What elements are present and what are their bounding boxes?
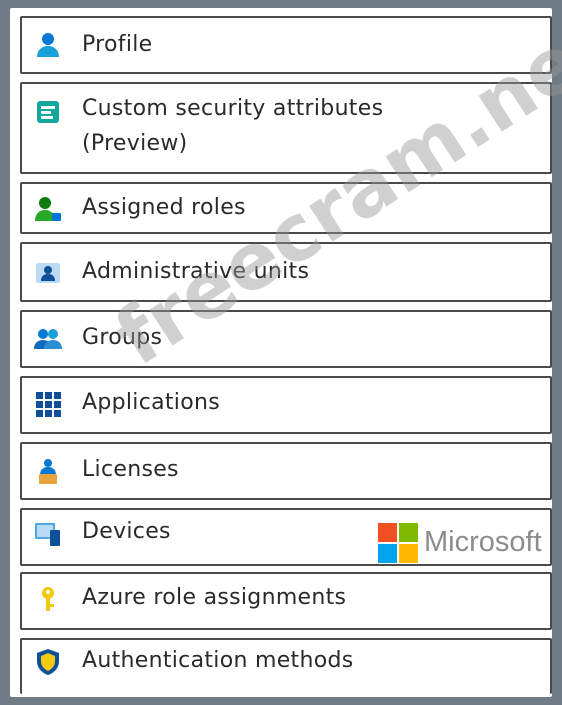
menu-item-label: Authentication methods [82,648,354,673]
menu-item-label: Applications [82,390,220,415]
menu-item-custom-security-attributes[interactable]: Custom security attributes (Preview) [20,82,552,174]
key-icon [34,585,62,613]
menu-item-label: Assigned roles [82,195,246,220]
menu-item-groups[interactable]: Groups [20,310,552,368]
applications-grid-icon [34,390,62,418]
menu-item-applications[interactable]: Applications [20,376,552,434]
assigned-roles-icon [34,195,62,223]
menu-item-licenses[interactable]: Licenses [20,442,552,500]
menu-item-azure-role-assignments[interactable]: Azure role assignments [20,572,552,630]
menu-item-label: Administrative units [82,259,310,284]
menu-item-assigned-roles[interactable]: Assigned roles [20,182,552,234]
menu-item-label: Azure role assignments [82,585,347,610]
groups-icon [34,325,62,353]
menu-item-authentication-methods[interactable]: Authentication methods [20,638,552,694]
menu-item-label: Custom security attributes [82,96,384,121]
devices-icon [34,520,62,548]
menu-item-label: Groups [82,325,163,350]
licenses-icon [34,457,62,485]
shield-icon [34,648,62,676]
menu-item-administrative-units[interactable]: Administrative units [20,242,552,302]
attributes-icon [34,98,62,126]
menu-item-label: Licenses [82,457,179,482]
administrative-units-icon [34,259,62,287]
menu-item-label: Profile [82,32,153,57]
user-icon [34,31,62,59]
menu-list: Profile Custom security attributes (Prev… [10,8,552,697]
menu-item-label-preview: (Preview) [82,131,188,156]
user-menu-panel: Profile Custom security attributes (Prev… [10,0,562,697]
microsoft-brand-text: Microsoft [424,526,542,558]
microsoft-logo-icon [378,523,420,565]
menu-item-profile[interactable]: Profile [20,16,552,74]
